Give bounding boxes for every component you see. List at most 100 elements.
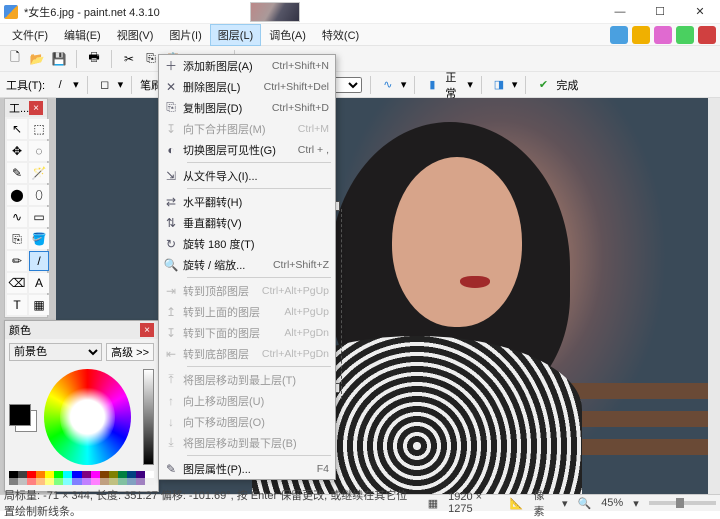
palette-color-13[interactable]: [127, 471, 136, 478]
menu-view[interactable]: 视图(V): [109, 24, 162, 46]
palette-color-4[interactable]: [45, 471, 54, 478]
tool-5[interactable]: 🪄: [29, 163, 49, 183]
active-tool-icon[interactable]: /: [51, 76, 69, 94]
tool-11[interactable]: 🪣: [29, 229, 49, 249]
utility-toggle-3[interactable]: [676, 26, 694, 44]
primary-swatch[interactable]: [9, 404, 31, 426]
palette-color-17[interactable]: [18, 478, 27, 485]
menu-file[interactable]: 文件(F): [4, 24, 56, 46]
document-thumbnail[interactable]: [250, 2, 300, 22]
palette-color-15[interactable]: [145, 471, 154, 478]
palette-color-9[interactable]: [91, 471, 100, 478]
layer-menu-item-0[interactable]: ＋添加新图层(A)Ctrl+Shift+N: [159, 55, 335, 76]
palette-color-24[interactable]: [82, 478, 91, 485]
palette-color-25[interactable]: [91, 478, 100, 485]
status-zoom[interactable]: 45%: [601, 497, 623, 509]
palette-color-21[interactable]: [54, 478, 63, 485]
menu-image[interactable]: 图片(I): [161, 24, 209, 46]
tool-6[interactable]: ⬤: [7, 185, 27, 205]
layer-menu-item-2[interactable]: ⎘复制图层(D)Ctrl+Shift+D: [159, 97, 335, 118]
menu-edit[interactable]: 编辑(E): [56, 24, 109, 46]
menu-adjust[interactable]: 调色(A): [261, 24, 314, 46]
shape-style-icon[interactable]: ◻: [96, 76, 114, 94]
palette-color-27[interactable]: [109, 478, 118, 485]
palette-color-12[interactable]: [118, 471, 127, 478]
utility-toggle-0[interactable]: [610, 26, 628, 44]
palette-color-14[interactable]: [136, 471, 145, 478]
layer-menu-item-9[interactable]: ⇅垂直翻转(V): [159, 212, 335, 233]
layer-menu-item-1[interactable]: ✕删除图层(L)Ctrl+Shift+Del: [159, 76, 335, 97]
utility-toggle-2[interactable]: [654, 26, 672, 44]
palette-color-30[interactable]: [136, 478, 145, 485]
tool-1[interactable]: ⬚: [29, 119, 49, 139]
palette-color-5[interactable]: [54, 471, 63, 478]
tool-9[interactable]: ▭: [29, 207, 49, 227]
palette-color-2[interactable]: [27, 471, 36, 478]
palette-color-23[interactable]: [72, 478, 81, 485]
color-wheel[interactable]: [44, 369, 131, 465]
palette-color-19[interactable]: [36, 478, 45, 485]
palette-color-8[interactable]: [82, 471, 91, 478]
tool-7[interactable]: ⬯: [29, 185, 49, 205]
utility-toggle-4[interactable]: [698, 26, 716, 44]
tool-13[interactable]: /: [29, 251, 49, 271]
tool-12[interactable]: ✏: [7, 251, 27, 271]
close-button[interactable]: ✕: [680, 0, 720, 24]
layer-menu-item-8[interactable]: ⇄水平翻转(H): [159, 191, 335, 212]
palette-color-31[interactable]: [145, 478, 154, 485]
tool-3[interactable]: ◌: [29, 141, 49, 161]
curve-type-icon[interactable]: ∿: [379, 76, 397, 94]
palette-color-7[interactable]: [72, 471, 81, 478]
palette-color-0[interactable]: [9, 471, 18, 478]
blend-mode-icon[interactable]: 正常: [445, 76, 463, 94]
layer-menu-item-4[interactable]: ◐切换图层可见性(G)Ctrl + ,: [159, 139, 335, 160]
minimize-button[interactable]: —: [600, 0, 640, 24]
palette-color-1[interactable]: [18, 471, 27, 478]
alpha-blend-icon[interactable]: ◨: [490, 76, 508, 94]
palette-color-28[interactable]: [118, 478, 127, 485]
tool-16[interactable]: T: [7, 295, 27, 315]
finish-icon[interactable]: ✔: [534, 76, 552, 94]
tool-14[interactable]: ⌫: [7, 273, 27, 293]
layer-menu-item-11[interactable]: 🔍旋转 / 缩放...Ctrl+Shift+Z: [159, 254, 335, 275]
palette-color-10[interactable]: [100, 471, 109, 478]
cut-icon[interactable]: ✂: [120, 50, 138, 68]
tool-0[interactable]: ↖: [7, 119, 27, 139]
finish-label[interactable]: 完成: [556, 77, 578, 93]
color-mode-select[interactable]: 前景色: [9, 343, 102, 361]
layer-menu-item-23[interactable]: ✎图层属性(P)...F4: [159, 458, 335, 479]
palette-color-11[interactable]: [109, 471, 118, 478]
menu-effects[interactable]: 特效(C): [314, 24, 367, 46]
palette-color-6[interactable]: [63, 471, 72, 478]
tool-17[interactable]: ▦: [29, 295, 49, 315]
open-file-icon[interactable]: 📂: [28, 50, 46, 68]
new-file-icon[interactable]: 🗋: [6, 50, 24, 68]
menu-layer[interactable]: 图层(L): [210, 24, 261, 46]
palette-color-16[interactable]: [9, 478, 18, 485]
palette-color-20[interactable]: [45, 478, 54, 485]
tool-2[interactable]: ✥: [7, 141, 27, 161]
layer-menu-item-10[interactable]: ↻旋转 180 度(T): [159, 233, 335, 254]
utility-toggle-1[interactable]: [632, 26, 650, 44]
tool-10[interactable]: ⎘: [7, 229, 27, 249]
antialias-icon[interactable]: ▮: [423, 76, 441, 94]
layer-menu-item-6[interactable]: ⇲从文件导入(I)...: [159, 165, 335, 186]
palette-color-26[interactable]: [100, 478, 109, 485]
palette-color-29[interactable]: [127, 478, 136, 485]
tool-4[interactable]: ✎: [7, 163, 27, 183]
save-icon[interactable]: 💾: [50, 50, 68, 68]
palette-color-18[interactable]: [27, 478, 36, 485]
print-icon[interactable]: 🖶: [85, 50, 103, 68]
status-unit[interactable]: 像素: [533, 487, 551, 519]
palette-color-3[interactable]: [36, 471, 45, 478]
colors-panel-close[interactable]: ×: [140, 323, 154, 337]
tools-panel-close[interactable]: ×: [29, 101, 43, 115]
maximize-button[interactable]: ☐: [640, 0, 680, 24]
vertical-scrollbar[interactable]: [708, 98, 720, 494]
advanced-button[interactable]: 高级 >>: [106, 343, 154, 361]
palette-color-22[interactable]: [63, 478, 72, 485]
zoom-slider[interactable]: [649, 501, 716, 505]
value-slider[interactable]: [143, 369, 154, 465]
tool-15[interactable]: A: [29, 273, 49, 293]
tool-8[interactable]: ∿: [7, 207, 27, 227]
